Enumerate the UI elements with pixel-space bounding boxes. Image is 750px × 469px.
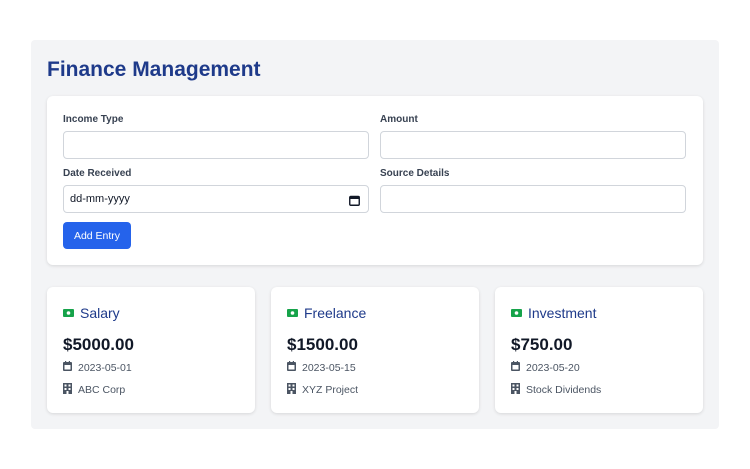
entry-card: Investment $750.00 2023-05-20 Stock Divi… xyxy=(495,287,703,413)
income-type-input[interactable] xyxy=(63,131,369,159)
amount-input[interactable] xyxy=(380,131,686,159)
date-input-value: dd-mm-yyyy xyxy=(70,193,130,205)
entry-form: Income Type Amount Date Received dd-mm-y… xyxy=(47,96,703,265)
amount-field: Amount xyxy=(380,114,686,159)
source-input[interactable] xyxy=(380,185,686,213)
entry-type: Salary xyxy=(80,305,120,321)
calendar-icon xyxy=(511,361,520,374)
entry-date: 2023-05-20 xyxy=(526,361,580,374)
entry-type: Investment xyxy=(528,305,597,321)
date-field: Date Received dd-mm-yyyy xyxy=(63,168,369,213)
entry-date: 2023-05-01 xyxy=(78,361,132,374)
entry-type: Freelance xyxy=(304,305,367,321)
add-entry-button[interactable]: Add Entry xyxy=(63,222,131,249)
calendar-picker-icon[interactable] xyxy=(349,193,360,211)
entry-amount: $1500.00 xyxy=(287,335,358,354)
building-icon xyxy=(63,383,72,397)
entry-source: XYZ Project xyxy=(302,384,359,396)
money-icon xyxy=(287,304,298,322)
calendar-icon xyxy=(287,361,296,374)
building-icon xyxy=(287,383,296,397)
entry-amount: $5000.00 xyxy=(63,335,134,354)
income-type-field: Income Type xyxy=(63,114,369,159)
page-title: Finance Management xyxy=(47,58,261,81)
calendar-icon xyxy=(63,361,72,374)
source-label: Source Details xyxy=(380,168,450,179)
income-type-label: Income Type xyxy=(63,114,124,125)
date-label: Date Received xyxy=(63,168,132,179)
entry-source: Stock Dividends xyxy=(526,384,602,396)
amount-label: Amount xyxy=(380,114,418,125)
entry-date: 2023-05-15 xyxy=(302,361,356,374)
money-icon xyxy=(511,304,522,322)
entry-card: Salary $5000.00 2023-05-01 ABC Corp xyxy=(47,287,255,413)
entry-source: ABC Corp xyxy=(78,384,126,396)
date-input[interactable]: dd-mm-yyyy xyxy=(63,185,369,213)
entry-amount: $750.00 xyxy=(511,335,573,354)
entry-card: Freelance $1500.00 2023-05-15 XYZ Projec… xyxy=(271,287,479,413)
source-field: Source Details xyxy=(380,168,686,213)
building-icon xyxy=(511,383,520,397)
money-icon xyxy=(63,304,74,322)
finance-panel: Finance Management Income Type Amount Da… xyxy=(31,40,719,429)
